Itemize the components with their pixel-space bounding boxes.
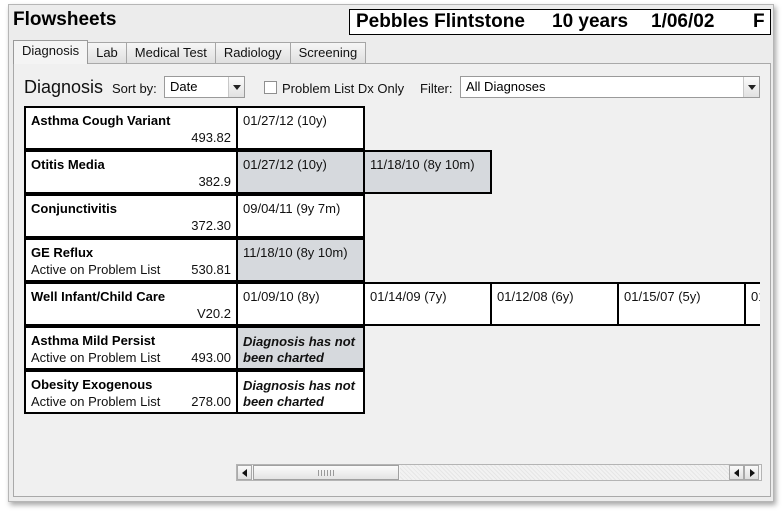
encounter-date-cell[interactable]: 01/27/12 (10y) <box>236 106 365 150</box>
diagnosis-code: V20.2 <box>197 306 231 321</box>
encounter-date-cell[interactable]: 01/15/07 (5y) <box>617 282 746 326</box>
diagnosis-row-header[interactable]: Otitis Media 382.9 <box>24 150 238 194</box>
diagnosis-code: 493.00 <box>191 350 231 365</box>
diagnosis-row-header[interactable]: Asthma Mild Persist Active on Problem Lis… <box>24 326 238 370</box>
patient-banner: Pebbles Flintstone 10 years 1/06/02 F <box>349 9 771 35</box>
diagnosis-grid: Asthma Cough Variant 493.82 01/27/12 (10y)… <box>24 106 760 416</box>
diagnosis-name: Asthma Cough Variant <box>31 113 171 128</box>
diagnosis-name: Otitis Media <box>31 157 105 172</box>
sort-label: Sort by: <box>112 81 157 96</box>
arrow-left-icon <box>242 469 247 477</box>
encounter-date-cell[interactable]: 11/18/10 (8y 10m) <box>363 150 492 194</box>
patient-age: 10 years <box>552 11 629 32</box>
diagnosis-row-header[interactable]: GE Reflux Active on Problem List 530.81 <box>24 238 238 282</box>
scrollbar-track[interactable] <box>400 465 729 480</box>
diagnosis-row-header[interactable]: Asthma Cough Variant 493.82 <box>24 106 238 150</box>
diagnosis-name: Asthma Mild Persist <box>31 333 156 348</box>
window-title: Flowsheets <box>13 9 117 30</box>
not-charted-cell[interactable]: Diagnosis has not been charted <box>236 326 365 370</box>
diagnosis-code: 493.82 <box>191 130 231 145</box>
arrow-left-icon <box>734 469 739 477</box>
diagnosis-name: GE Reflux <box>31 245 94 260</box>
encounter-date-cell[interactable]: 01/14/09 (7y) <box>363 282 492 326</box>
encounter-date-cell[interactable]: 09/04/11 (9y 7m) <box>236 194 365 238</box>
scroll-left-button[interactable] <box>237 465 252 480</box>
diagnosis-panel: Diagnosis Sort by: Date Problem List Dx … <box>13 63 771 497</box>
chevron-down-icon[interactable] <box>743 77 759 97</box>
diagnosis-name: Obesity Exogenous <box>31 377 153 392</box>
tab-diagnosis[interactable]: Diagnosis <box>13 40 89 64</box>
encounter-date-cell[interactable]: 01/12/08 (6y) <box>490 282 619 326</box>
panel-heading: Diagnosis <box>24 77 104 97</box>
grip-icon <box>318 470 334 476</box>
diagnosis-status: Active on Problem List <box>31 350 161 365</box>
chevron-down-icon[interactable] <box>228 77 244 97</box>
diagnosis-code: 382.9 <box>198 174 231 189</box>
encounter-date-cell[interactable]: 01/27/12 (10y) <box>236 150 365 194</box>
filter-select[interactable]: All Diagnoses <box>460 76 760 98</box>
flowsheets-window: Flowsheets Pebbles Flintstone 10 years 1… <box>8 4 774 502</box>
diagnosis-name: Conjunctivitis <box>31 201 117 216</box>
diagnosis-row-header[interactable]: Conjunctivitis 372.30 <box>24 194 238 238</box>
sort-value: Date <box>170 79 198 94</box>
encounter-date-cell[interactable]: 01/09/10 (8y) <box>236 282 365 326</box>
arrow-right-icon <box>750 469 755 477</box>
filter-value: All Diagnoses <box>466 79 546 94</box>
patient-name: Pebbles Flintstone <box>356 11 525 32</box>
diagnosis-code: 530.81 <box>191 262 231 277</box>
tab-bar: Diagnosis Lab Medical Test Radiology Scr… <box>13 40 367 64</box>
tab-medical-test[interactable]: Medical Test <box>125 42 216 64</box>
diagnosis-code: 278.00 <box>191 394 231 409</box>
diagnosis-name: Well Infant/Child Care <box>31 289 166 304</box>
sort-select[interactable]: Date <box>164 76 245 98</box>
diagnosis-row-header[interactable]: Well Infant/Child Care V20.2 <box>24 282 238 326</box>
filter-label: Filter: <box>420 81 453 96</box>
not-charted-cell[interactable]: Diagnosis has not been charted <box>236 370 365 414</box>
horizontal-scrollbar[interactable] <box>236 464 762 481</box>
scroll-left-button-end[interactable] <box>729 465 744 480</box>
diagnosis-code: 372.30 <box>191 218 231 233</box>
tab-lab[interactable]: Lab <box>87 42 127 64</box>
diagnosis-status: Active on Problem List <box>31 394 161 409</box>
patient-dob: 1/06/02 <box>651 11 715 32</box>
encounter-date-cell[interactable]: 01/1 <box>744 282 760 326</box>
patient-sex: F <box>753 11 765 32</box>
problem-list-label: Problem List Dx Only <box>282 81 405 96</box>
diagnosis-status: Active on Problem List <box>31 262 161 277</box>
scroll-right-button[interactable] <box>744 465 759 480</box>
tab-screening[interactable]: Screening <box>289 42 367 64</box>
tab-radiology[interactable]: Radiology <box>214 42 291 64</box>
diagnosis-row-header[interactable]: Obesity Exogenous Active on Problem List 2… <box>24 370 238 414</box>
scrollbar-thumb[interactable] <box>253 465 399 480</box>
encounter-date-cell[interactable]: 11/18/10 (8y 10m) <box>236 238 365 282</box>
problem-list-checkbox[interactable] <box>264 81 277 94</box>
